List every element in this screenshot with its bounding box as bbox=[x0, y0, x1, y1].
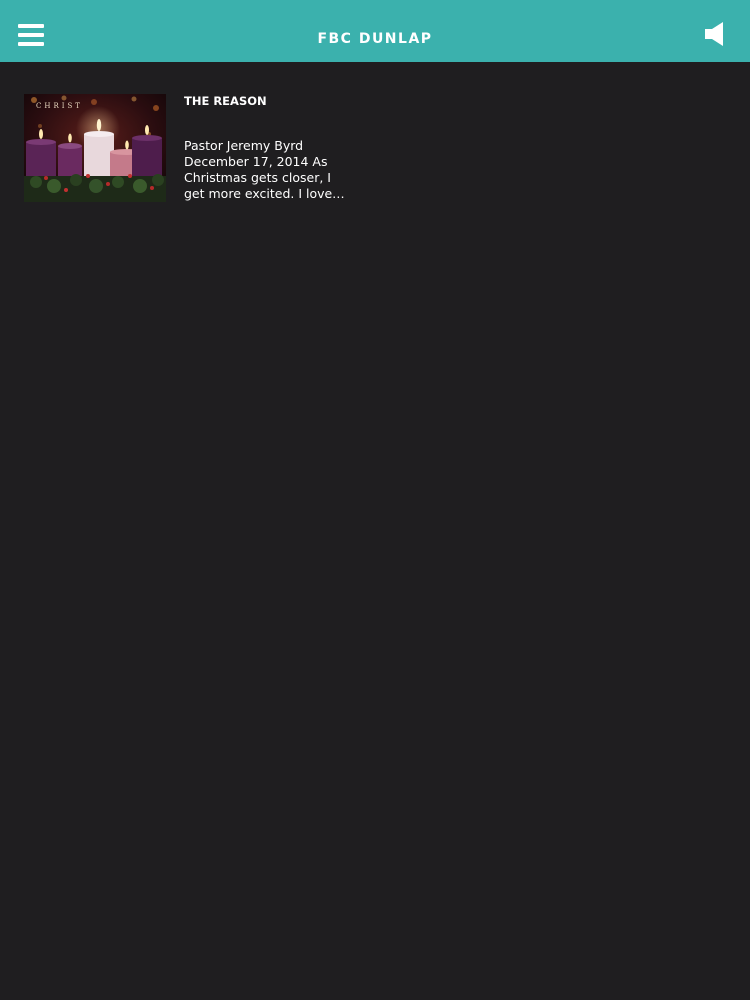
post-thumbnail[interactable]: CHRIST bbox=[24, 94, 166, 202]
menu-bar bbox=[18, 42, 44, 46]
hamburger-menu-icon[interactable] bbox=[18, 22, 46, 46]
app-title: FBC DUNLAP bbox=[317, 31, 433, 47]
post-excerpt: Pastor Jeremy Byrd December 17, 2014 As … bbox=[184, 138, 345, 201]
post-item[interactable]: CHRIST THE REASON Pastor Jeremy Byrd Dec… bbox=[24, 94, 354, 204]
app-header: FBC DUNLAP bbox=[0, 0, 750, 62]
menu-bar bbox=[18, 24, 44, 28]
post-list: CHRIST THE REASON Pastor Jeremy Byrd Dec… bbox=[0, 62, 750, 1000]
advent-candles-image bbox=[24, 94, 166, 202]
post-title[interactable]: THE REASON bbox=[184, 94, 354, 108]
speaker-icon[interactable] bbox=[705, 20, 729, 48]
menu-bar bbox=[18, 33, 44, 37]
thumbnail-caption: CHRIST bbox=[36, 102, 83, 110]
